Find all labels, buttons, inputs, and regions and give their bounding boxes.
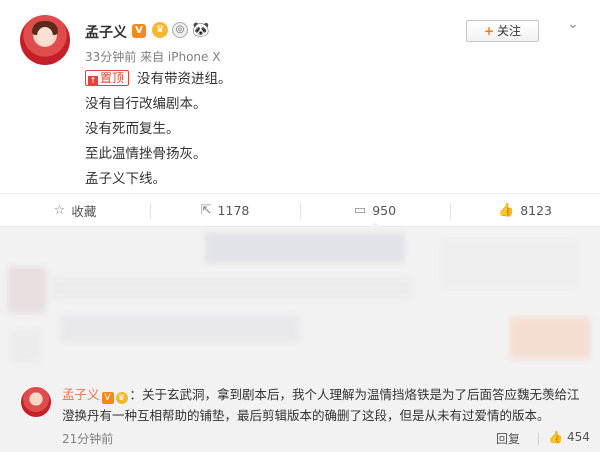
follow-button[interactable]: + 关注 [466,20,539,42]
like-button[interactable]: 👍 8123 [450,194,600,227]
medal-icon[interactable]: ◎ [172,22,188,38]
blurred-block [8,267,46,313]
reply-button[interactable]: 回复 [496,430,520,447]
divider [538,433,539,445]
post-line: 没有自行改编剧本。 [85,96,207,112]
follow-label: 关注 [497,24,522,38]
comment-count: 950 [372,203,397,218]
post-content: ↑ 置顶 没有带资进组。 没有自行改编剧本。 没有死而复生。 至此温情挫骨扬灰。 孟… [85,67,525,192]
favorite-button[interactable]: ☆ 收藏 [0,194,150,227]
favorite-label: 收藏 [71,204,97,219]
pin-icon: ↑ [88,76,98,86]
comment-like-count: 454 [566,430,590,444]
post-line: 至此温情挫骨扬灰。 [85,146,207,162]
comment-item: 孟子义 V ♛ ：关于玄武洞，拿到剧本后，我个人理解为温情挡烙铁是为了后面答应魏无羡给… [10,377,590,452]
weibo-post-card: 孟子义 V ♛ ◎ 🐼 33分钟前 来自 iPhone X + 关注 ⌄ ↑ 置顶没… [0,0,600,228]
pinned-tag: ↑ 置顶 [85,70,130,86]
member-crown-icon[interactable]: ♛ [152,22,168,38]
star-icon: ☆ [53,203,66,218]
avatar-face [37,27,53,45]
repost-icon: ⇱ [200,203,212,218]
comment-button[interactable]: ▭ 950 [300,194,450,228]
author-name[interactable]: 孟子义 [85,22,127,42]
author-avatar[interactable] [20,15,70,65]
comment-icon: ▭ [353,203,367,218]
post-meta: 33分钟前 来自 iPhone X [85,50,221,64]
vip-verified-icon[interactable]: V [132,24,146,38]
post-line-text: 没有带资进组。 [137,71,232,87]
commenter-avatar[interactable] [21,387,51,417]
blurred-comment-area [0,227,600,375]
blurred-block [440,239,580,289]
blurred-block [52,277,412,299]
commenter-name[interactable]: 孟子义 [62,387,100,402]
repost-button[interactable]: ⇱ 1178 [150,194,300,227]
comment-time: 21分钟前 [62,432,114,446]
comment-body: ：关于玄武洞，拿到剧本后，我个人理解为温情挡烙铁是为了后面答应魏无羡给江澄换丹有… [62,387,580,423]
vip-verified-icon: V [101,392,114,404]
comment-section: 孟子义 V ♛ ：关于玄武洞，拿到剧本后，我个人理解为温情挡烙铁是为了后面答应魏无羡给… [0,227,600,452]
thumbs-up-icon: 👍 [548,430,563,444]
like-count: 8123 [520,203,552,218]
post-action-bar: ☆ 收藏 ⇱ 1178 ▭ 950 👍 8123 [0,193,600,228]
blurred-block [205,233,405,263]
pinned-label: 置顶 [100,71,125,85]
comment-text: 孟子义 V ♛ ：关于玄武洞，拿到剧本后，我个人理解为温情挡烙铁是为了后面答应魏无羡给… [62,384,582,426]
blurred-block [510,317,590,359]
post-line: 没有死而复生。 [85,121,180,137]
panda-icon[interactable]: 🐼 [192,21,210,39]
blurred-block [10,331,42,363]
thumbs-up-icon: 👍 [498,203,515,218]
post-line: ↑ 置顶 没有带资进组。 [85,67,525,92]
chevron-down-icon[interactable]: ⌄ [564,16,582,34]
plus-icon: + [483,24,495,38]
post-line: 孟子义下线。 [85,171,166,187]
member-crown-icon: ♛ [115,392,128,404]
blurred-block [60,315,300,343]
repost-count: 1178 [217,203,250,218]
comment-like-button[interactable]: 👍 454 [548,430,590,444]
